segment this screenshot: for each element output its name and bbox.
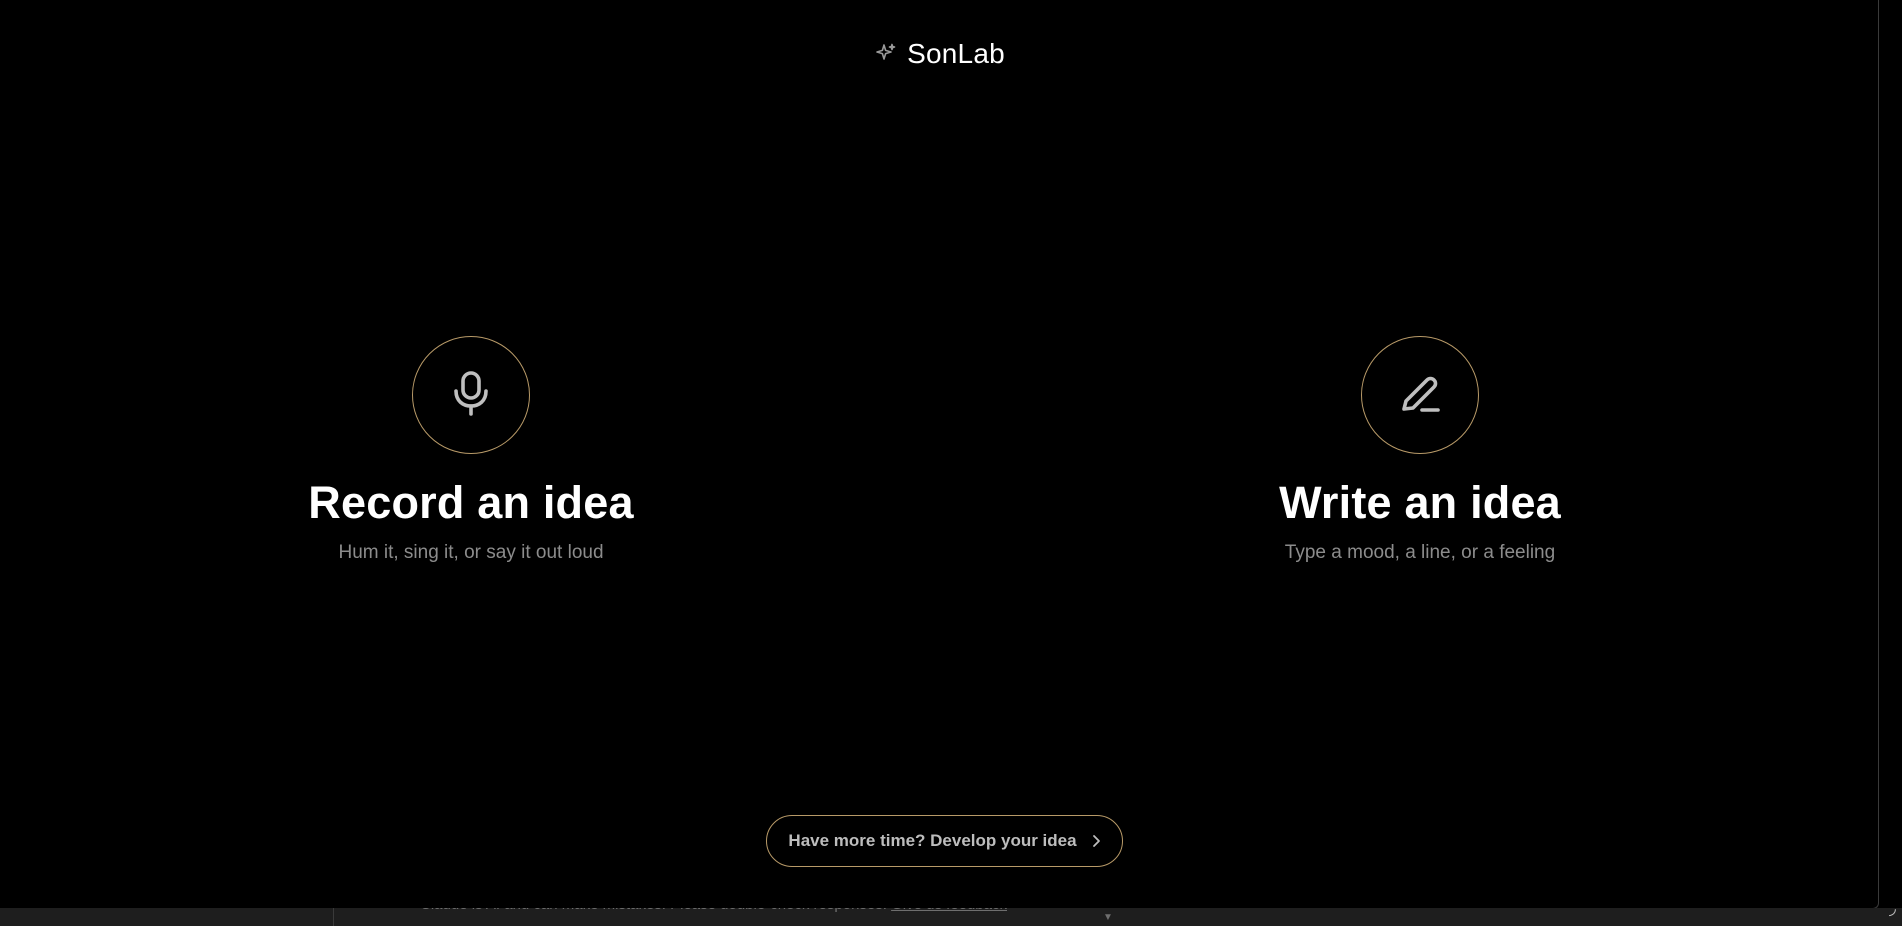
develop-idea-button[interactable]: Have more time? Develop your idea [766,815,1123,867]
write-idea-option[interactable]: Write an idea Type a mood, a line, or a … [1160,336,1680,564]
sparkle-icon [873,41,899,67]
chevron-right-icon [1091,834,1101,848]
develop-idea-label: Have more time? Develop your idea [788,831,1077,850]
caret-down-icon: ▼ [1103,912,1113,923]
sonlab-app: SonLab Record an idea Hum it, sing it, o… [0,0,1879,909]
brand-header: SonLab [0,38,1878,70]
screen: SonLab Record an idea Hum it, sing it, o… [0,0,1902,926]
background-divider [333,908,334,926]
record-idea-subtitle: Hum it, sing it, or say it out loud [338,541,604,563]
brand-name: SonLab [907,38,1005,69]
write-idea-title: Write an idea [1279,477,1561,528]
write-button[interactable] [1361,336,1479,454]
resize-handle-icon[interactable]: ◞ [1889,898,1896,919]
pencil-icon [1396,369,1444,422]
microphone-icon [449,369,493,422]
record-button[interactable] [412,336,530,454]
record-idea-title: Record an idea [308,477,634,528]
record-idea-option[interactable]: Record an idea Hum it, sing it, or say i… [211,336,731,564]
write-idea-subtitle: Type a mood, a line, or a feeling [1284,541,1556,563]
